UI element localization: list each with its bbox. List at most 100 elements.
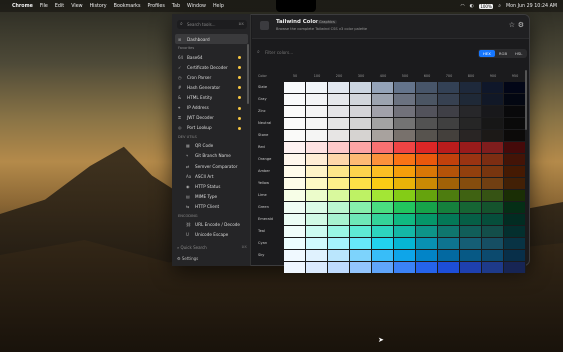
color-swatch[interactable] — [482, 189, 504, 201]
color-swatch[interactable] — [306, 249, 328, 261]
format-rgb-button[interactable]: RGB — [495, 50, 511, 57]
color-swatch[interactable] — [350, 117, 372, 129]
color-swatch[interactable] — [306, 141, 328, 153]
color-swatch[interactable] — [438, 105, 460, 117]
color-swatch[interactable] — [504, 93, 526, 105]
color-swatch[interactable] — [460, 165, 482, 177]
color-swatch[interactable] — [394, 129, 416, 141]
color-swatch[interactable] — [416, 225, 438, 237]
color-swatch[interactable] — [328, 213, 350, 225]
color-swatch[interactable] — [482, 93, 504, 105]
color-swatch[interactable] — [460, 105, 482, 117]
color-swatch[interactable] — [328, 105, 350, 117]
color-swatch[interactable] — [328, 153, 350, 165]
color-swatch[interactable] — [284, 261, 306, 273]
grid-scrollbar[interactable] — [525, 70, 527, 130]
color-swatch[interactable] — [504, 141, 526, 153]
color-swatch[interactable] — [438, 81, 460, 93]
color-swatch[interactable] — [460, 81, 482, 93]
color-swatch[interactable] — [482, 237, 504, 249]
color-swatch[interactable] — [482, 81, 504, 93]
sidebar-section-header[interactable]: DEV UTILS — [172, 133, 251, 141]
color-swatch[interactable] — [328, 225, 350, 237]
sidebar-item-port-lookup[interactable]: ◎ Port Lookup — [172, 123, 251, 133]
color-swatch[interactable] — [328, 129, 350, 141]
color-swatch[interactable] — [504, 213, 526, 225]
color-swatch[interactable] — [350, 105, 372, 117]
color-swatch[interactable] — [504, 249, 526, 261]
color-swatch[interactable] — [306, 201, 328, 213]
color-swatch[interactable] — [372, 249, 394, 261]
color-swatch[interactable] — [438, 153, 460, 165]
color-swatch[interactable] — [284, 237, 306, 249]
color-swatch[interactable] — [394, 81, 416, 93]
color-swatch[interactable] — [482, 261, 504, 273]
color-swatch[interactable] — [482, 129, 504, 141]
color-swatch[interactable] — [328, 249, 350, 261]
menu-tab[interactable]: Tab — [172, 4, 180, 9]
color-swatch[interactable] — [394, 177, 416, 189]
color-swatch[interactable] — [284, 117, 306, 129]
format-hex-button[interactable]: HEX — [479, 50, 495, 57]
color-swatch[interactable] — [482, 105, 504, 117]
color-swatch[interactable] — [328, 165, 350, 177]
color-swatch[interactable] — [416, 189, 438, 201]
color-swatch[interactable] — [372, 237, 394, 249]
star-icon[interactable]: ☆ — [509, 21, 515, 29]
wifi-icon[interactable]: ◠ — [460, 4, 464, 9]
color-swatch[interactable] — [460, 201, 482, 213]
sidebar-item-dashboard[interactable]: ⊞ Dashboard — [175, 34, 248, 45]
color-swatch[interactable] — [416, 117, 438, 129]
color-swatch[interactable] — [394, 201, 416, 213]
sidebar-item-jwt-decoder[interactable]: ⚿ JWT Decoder — [172, 113, 251, 123]
sidebar-item-unicode-escape[interactable]: U Unicode Escape — [172, 230, 251, 240]
color-swatch[interactable] — [350, 81, 372, 93]
menu-window[interactable]: Window — [187, 4, 206, 9]
color-swatch[interactable] — [372, 129, 394, 141]
quick-search[interactable]: ⌕ Quick Search ⌘K — [177, 245, 247, 250]
filter-input[interactable]: ⌕ Filter colors... — [256, 48, 446, 58]
menu-help[interactable]: Help — [213, 4, 224, 9]
color-swatch[interactable] — [350, 141, 372, 153]
color-swatch[interactable] — [372, 189, 394, 201]
search-icon[interactable]: ⌕ — [498, 3, 501, 9]
color-swatch[interactable] — [350, 177, 372, 189]
color-swatch[interactable] — [328, 261, 350, 273]
color-swatch[interactable] — [350, 213, 372, 225]
sidebar-item-cron-parser[interactable]: ◷ Cron Parser — [172, 72, 251, 82]
color-swatch[interactable] — [350, 249, 372, 261]
color-swatch[interactable] — [306, 261, 328, 273]
color-swatch[interactable] — [438, 249, 460, 261]
color-swatch[interactable] — [482, 141, 504, 153]
color-swatch[interactable] — [438, 129, 460, 141]
color-swatch[interactable] — [394, 189, 416, 201]
color-swatch[interactable] — [460, 249, 482, 261]
sidebar-item-certificate-decoder[interactable]: ✓ Certificate Decoder — [172, 62, 251, 72]
color-swatch[interactable] — [306, 129, 328, 141]
color-swatch[interactable] — [504, 237, 526, 249]
color-swatch[interactable] — [504, 189, 526, 201]
color-swatch[interactable] — [284, 177, 306, 189]
menu-bookmarks[interactable]: Bookmarks — [114, 4, 141, 9]
control-center-icon[interactable]: ◐ — [470, 4, 474, 9]
color-swatch[interactable] — [372, 165, 394, 177]
color-swatch[interactable] — [394, 117, 416, 129]
color-swatch[interactable] — [394, 249, 416, 261]
sidebar-scrollbar[interactable] — [247, 44, 249, 104]
color-swatch[interactable] — [306, 153, 328, 165]
color-swatch[interactable] — [350, 129, 372, 141]
color-swatch[interactable] — [504, 153, 526, 165]
color-swatch[interactable] — [438, 189, 460, 201]
color-swatch[interactable] — [460, 213, 482, 225]
color-swatch[interactable] — [350, 237, 372, 249]
color-swatch[interactable] — [504, 165, 526, 177]
color-swatch[interactable] — [460, 237, 482, 249]
color-swatch[interactable] — [394, 237, 416, 249]
color-swatch[interactable] — [372, 105, 394, 117]
color-swatch[interactable] — [350, 93, 372, 105]
color-swatch[interactable] — [306, 81, 328, 93]
color-swatch[interactable] — [460, 117, 482, 129]
color-swatch[interactable] — [504, 105, 526, 117]
color-swatch[interactable] — [438, 117, 460, 129]
color-swatch[interactable] — [306, 225, 328, 237]
